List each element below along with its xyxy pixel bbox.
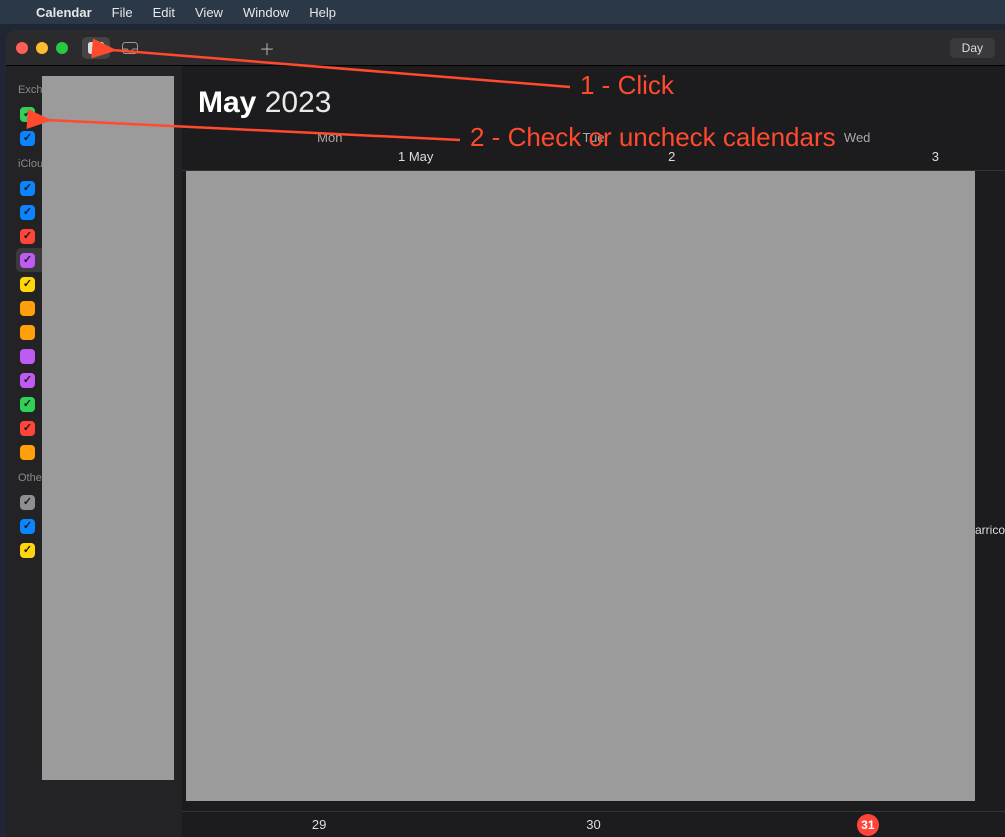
date-row-last: 29 30 31 — [182, 811, 1005, 837]
month-grid[interactable]: arrico — [182, 171, 1005, 811]
traffic-lights — [16, 42, 68, 54]
calendar-checkbox[interactable] — [20, 445, 35, 460]
date-cell-today[interactable]: 31 — [731, 814, 1005, 836]
annotation-2: 2 - Check or uncheck calendars — [470, 122, 836, 153]
calendar-checkbox[interactable] — [20, 519, 35, 534]
menu-edit[interactable]: Edit — [153, 5, 175, 20]
close-window-button[interactable] — [16, 42, 28, 54]
calendar-checkbox[interactable] — [20, 253, 35, 268]
window-titlebar: ＋ Day — [6, 30, 1005, 66]
calendar-checkbox[interactable] — [20, 397, 35, 412]
redaction-overlay — [186, 171, 975, 801]
calendar-checkbox[interactable] — [20, 349, 35, 364]
today-badge: 31 — [857, 814, 879, 836]
date-cell[interactable]: 1 May — [198, 149, 462, 164]
calendar-main: May 2023 Mon Tue Wed 1 May 2 3 arrico 29… — [182, 66, 1005, 837]
event-fragment: arrico — [975, 523, 1005, 537]
calendar-checkbox[interactable] — [20, 421, 35, 436]
calendar-checkbox[interactable] — [20, 373, 35, 388]
annotation-1: 1 - Click — [580, 70, 674, 101]
date-cell[interactable]: 29 — [182, 817, 456, 832]
redaction-overlay — [42, 76, 174, 780]
menu-view[interactable]: View — [195, 5, 223, 20]
toggle-sidebar-button[interactable] — [82, 37, 110, 59]
calendar-checkbox[interactable] — [20, 325, 35, 340]
calendar-checkbox[interactable] — [20, 107, 35, 122]
calendar-checkbox[interactable] — [20, 181, 35, 196]
menu-file[interactable]: File — [112, 5, 133, 20]
date-cell[interactable]: 30 — [456, 817, 730, 832]
sidebar-icon — [88, 42, 104, 54]
app-menu[interactable]: Calendar — [36, 5, 92, 20]
calendar-checkbox[interactable] — [20, 131, 35, 146]
calendar-checkbox[interactable] — [20, 229, 35, 244]
calendar-checkbox[interactable] — [20, 301, 35, 316]
weekday-mon: Mon — [198, 130, 462, 145]
calendar-checkbox[interactable] — [20, 543, 35, 558]
add-event-button[interactable]: ＋ — [254, 37, 280, 59]
tray-icon — [122, 42, 138, 54]
calendars-sidebar: ExchangeiCloudOther — [6, 66, 182, 837]
calendar-checkbox[interactable] — [20, 277, 35, 292]
macos-menu-bar: Calendar File Edit View Window Help — [0, 0, 1005, 24]
fullscreen-window-button[interactable] — [56, 42, 68, 54]
calendar-checkbox[interactable] — [20, 495, 35, 510]
menu-window[interactable]: Window — [243, 5, 289, 20]
calendar-checkbox[interactable] — [20, 205, 35, 220]
view-day-button[interactable]: Day — [950, 38, 995, 58]
minimize-window-button[interactable] — [36, 42, 48, 54]
menu-help[interactable]: Help — [309, 5, 336, 20]
inbox-button[interactable] — [116, 37, 144, 59]
plus-icon: ＋ — [259, 36, 275, 60]
